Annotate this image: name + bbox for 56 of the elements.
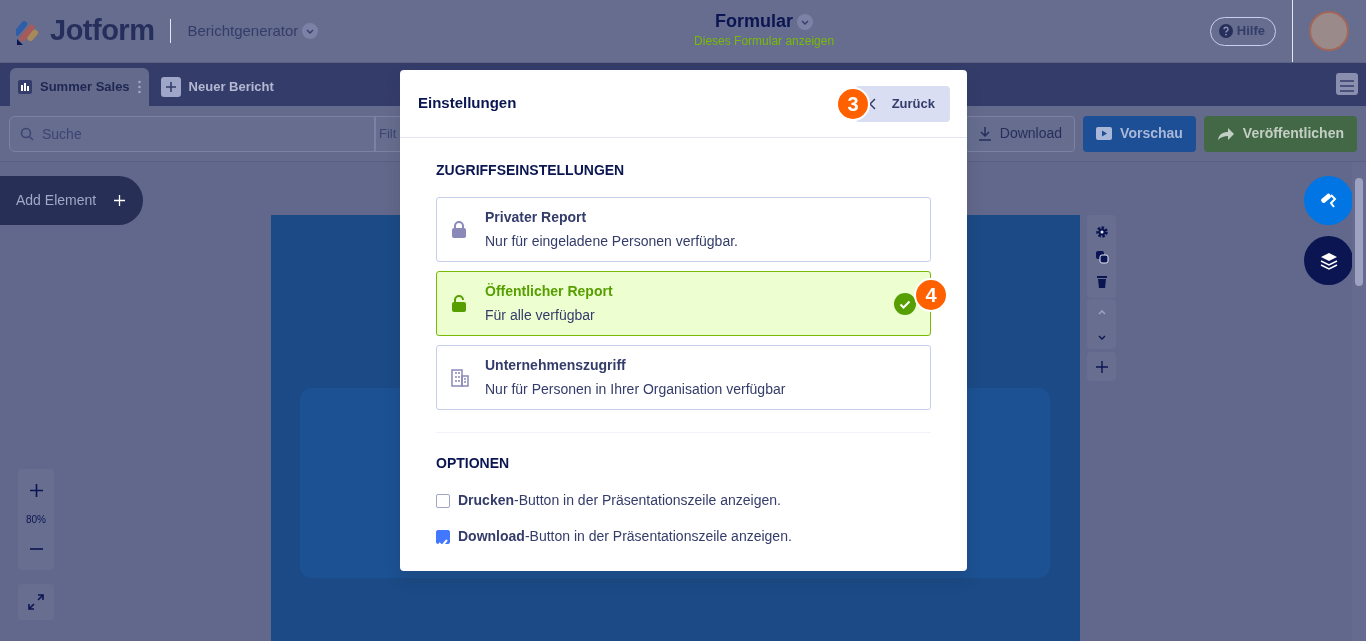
option-label: Download-Button in der Präsentationszeile anzeigen. <box>458 527 792 546</box>
dialog-title: Einstellungen <box>418 93 517 114</box>
trash-icon <box>1094 274 1109 289</box>
access-option[interactable]: Privater Report Nur für eingeladene Personen verfügbar. <box>436 197 931 262</box>
minus-icon <box>29 548 43 550</box>
option-description: Nur für eingeladene Personen verfügbar. <box>485 232 739 251</box>
plus-icon <box>29 483 43 497</box>
preview-button[interactable]: Vorschau <box>1083 115 1196 152</box>
theme-button[interactable] <box>1304 176 1353 225</box>
add-element-button[interactable]: Add Element <box>0 176 143 225</box>
option-title: Öffentlicher Report <box>485 282 614 301</box>
logo-text: Jotform <box>50 13 155 49</box>
plus-icon <box>114 195 125 206</box>
share-arrow-icon <box>1216 126 1235 141</box>
bar-chart-icon <box>18 80 32 94</box>
duplicate-icon <box>1094 249 1109 264</box>
report-tab[interactable]: Summer Sales <box>10 68 149 106</box>
option-title: Privater Report <box>485 208 588 227</box>
option-title: Unternehmenszugriff <box>485 356 627 375</box>
report-tab[interactable]: Neuer Bericht <box>152 68 282 106</box>
expand-arrows-icon <box>28 594 44 610</box>
zoom-level: 80% <box>26 513 46 527</box>
section-heading: OPTIONEN <box>436 454 511 473</box>
download-icon <box>977 126 992 141</box>
search-icon <box>20 126 34 141</box>
layers-icon <box>1319 251 1338 270</box>
chevron-down-icon <box>797 14 814 30</box>
section-heading: ZUGRIFFSEINSTELLUNGEN <box>436 161 626 180</box>
building-icon <box>451 368 469 387</box>
chevron-left-icon <box>868 97 876 110</box>
option-label: Drucken-Button in der Präsentationszeile anzeigen. <box>458 491 781 510</box>
plus-icon <box>1095 360 1108 373</box>
play-icon <box>1096 127 1113 140</box>
paint-roller-icon <box>1319 191 1338 210</box>
checkbox[interactable] <box>436 529 450 544</box>
fullscreen-button[interactable] <box>18 584 54 620</box>
publish-button[interactable]: Veröffentlichen <box>1203 115 1357 152</box>
menu-icon <box>1340 79 1354 92</box>
plus-icon <box>160 77 181 97</box>
access-option[interactable]: Unternehmenszugriff Nur für Personen in Ihrer Organisation verfügbar <box>436 345 931 410</box>
download-button[interactable]: Download <box>964 115 1076 152</box>
check-circle-icon <box>894 292 916 315</box>
menu-button[interactable] <box>1336 73 1358 95</box>
option-description: Für alle verfügbar <box>485 306 596 325</box>
avatar[interactable] <box>1309 11 1349 51</box>
view-form-link[interactable]: Dieses Formular anzeigen <box>694 31 835 50</box>
layers-button[interactable] <box>1304 236 1353 285</box>
form-title-dropdown[interactable]: Formular <box>715 12 814 32</box>
settings-icon <box>1094 224 1109 239</box>
more-vertical-icon <box>137 80 141 94</box>
chevron-down-icon <box>302 23 319 39</box>
unlocked-lock-icon <box>451 294 469 313</box>
lock-icon <box>451 220 469 239</box>
checkbox[interactable] <box>436 493 450 508</box>
option-description: Nur für Personen in Ihrer Organisation verfügbar <box>485 380 787 399</box>
help-icon <box>1218 24 1233 38</box>
